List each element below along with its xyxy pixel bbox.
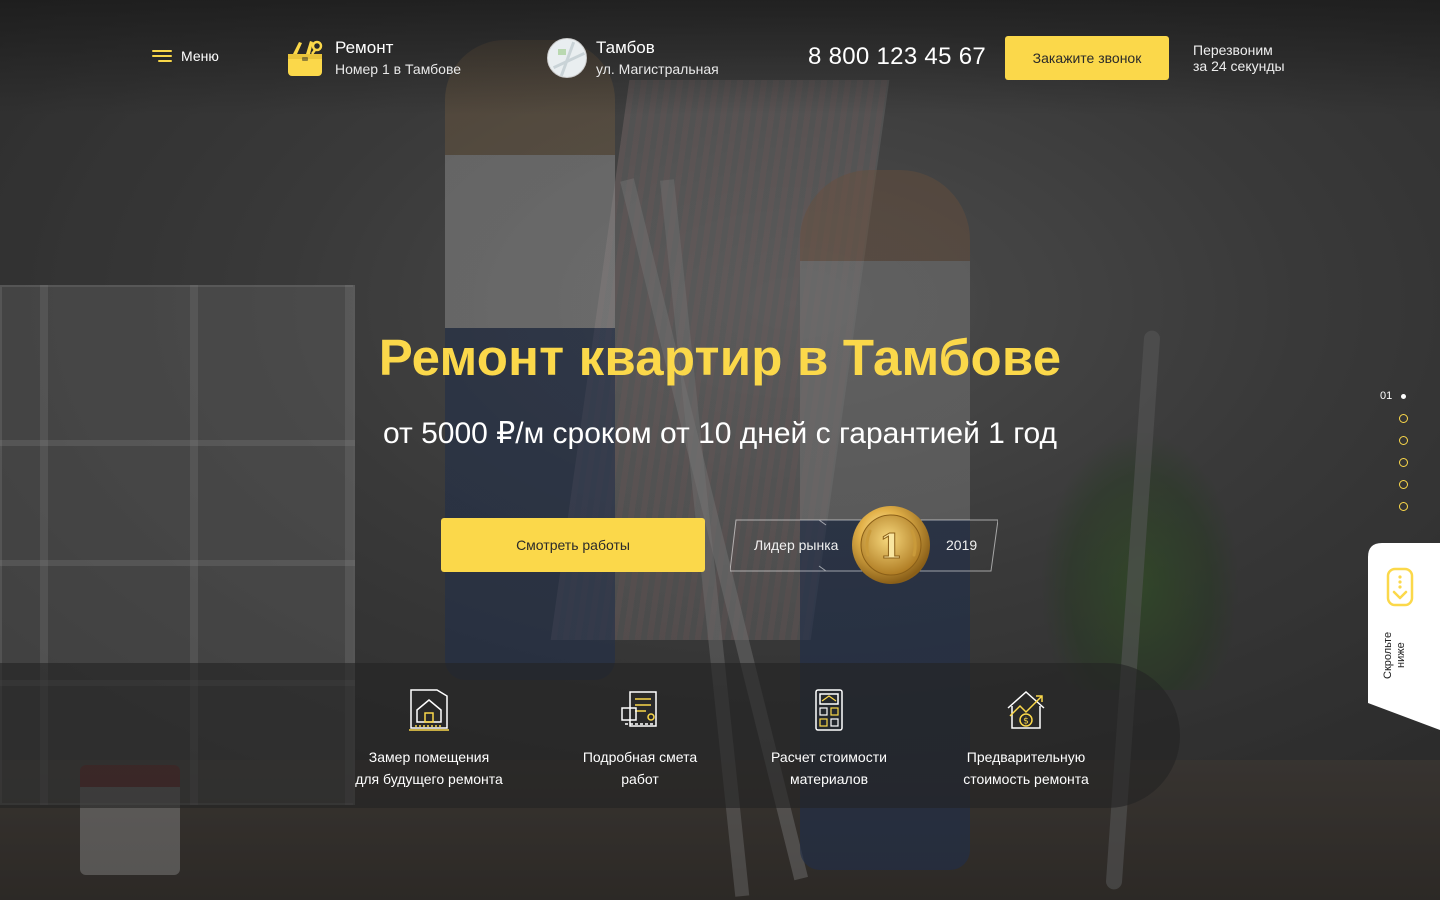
- svg-text:$: $: [1023, 717, 1029, 727]
- house-price-icon: $: [1007, 690, 1045, 729]
- medal-place: 1: [879, 527, 903, 567]
- scroll-hint-line-1: Скрольте: [1382, 631, 1394, 679]
- pager-dot[interactable]: [1399, 458, 1408, 467]
- callback-note: Перезвоним за 24 секунды: [1193, 42, 1285, 74]
- current-slide-number: 01: [1380, 390, 1393, 402]
- city-location-block[interactable]: Тамбов ул. Магистральная: [547, 37, 719, 79]
- gold-medal-icon: 1: [852, 506, 930, 584]
- feature-line-1: Предварительную: [966, 749, 1086, 765]
- hero-subtitle: от 5000 ₽/м сроком от 10 дней с гарантие…: [382, 417, 1058, 450]
- feature-line-2: для будущего ремонта: [355, 771, 503, 787]
- award-label: Лидер рынка: [754, 537, 839, 553]
- pager-dot-active[interactable]: [1401, 394, 1406, 399]
- mouse-scroll-icon: [1386, 567, 1414, 607]
- city-name: Тамбов: [596, 38, 655, 57]
- map-thumbnail-icon: [547, 38, 587, 78]
- scroll-hint-line-2: ниже: [1395, 642, 1407, 668]
- pager-dot[interactable]: [1399, 502, 1408, 511]
- brand-logo-block[interactable]: Ремонт Номер 1 в Тамбове: [285, 37, 461, 79]
- menu-label: Меню: [181, 48, 219, 64]
- callback-line-1: Перезвоним: [1193, 42, 1273, 58]
- feature-line-2: стоимость ремонта: [963, 771, 1089, 787]
- view-works-button[interactable]: Смотреть работы: [441, 518, 705, 572]
- hero-title: Ремонт квартир в Тамбове: [378, 329, 1062, 386]
- feature-item: $ Предварительную стоимость ремонта: [916, 688, 1136, 790]
- pager-dot[interactable]: [1399, 414, 1408, 423]
- menu-button[interactable]: Меню: [152, 48, 219, 64]
- scroll-down-tab[interactable]: Скрольте ниже: [1368, 543, 1440, 730]
- feature-line-1: Замер помещения: [368, 749, 490, 765]
- toolbox-logo-icon: [288, 40, 323, 76]
- order-call-button[interactable]: Закажите звонок: [1005, 36, 1169, 80]
- award-year: 2019: [946, 537, 978, 553]
- phone-number-link[interactable]: 8 800 123 45 67: [808, 43, 986, 71]
- estimate-document-icon: [621, 691, 657, 727]
- callback-line-2: за 24 секунды: [1193, 58, 1285, 74]
- brand-subtitle: Номер 1 в Тамбове: [335, 61, 462, 77]
- features-band: Замер помещения для будущего ремонта Под…: [0, 663, 1180, 808]
- feature-item: Расчет стоимости материалов: [719, 688, 939, 790]
- calculator-icon: [815, 689, 843, 731]
- hamburger-icon: [152, 50, 172, 62]
- market-leader-badge: Лидер рынка 1 2019: [730, 505, 1000, 585]
- feature-line-1: Расчет стоимости: [771, 749, 887, 765]
- pager-dot[interactable]: [1399, 480, 1408, 489]
- house-measure-icon: [409, 689, 449, 731]
- city-address: ул. Магистральная: [596, 61, 719, 77]
- feature-item: Замер помещения для будущего ремонта: [319, 688, 539, 790]
- site-header: Меню Ремонт Номер 1 в Тамбове Тамбов ул.…: [0, 0, 1440, 115]
- brand-title: Ремонт: [335, 38, 394, 57]
- feature-line-1: Подробная смета: [582, 749, 698, 765]
- scroll-hint-text: Скрольте ниже: [1382, 625, 1412, 685]
- feature-line-2: работ: [621, 771, 659, 787]
- feature-line-2: материалов: [789, 771, 869, 787]
- pager-dot[interactable]: [1399, 436, 1408, 445]
- feature-item: Подробная смета работ: [530, 688, 750, 790]
